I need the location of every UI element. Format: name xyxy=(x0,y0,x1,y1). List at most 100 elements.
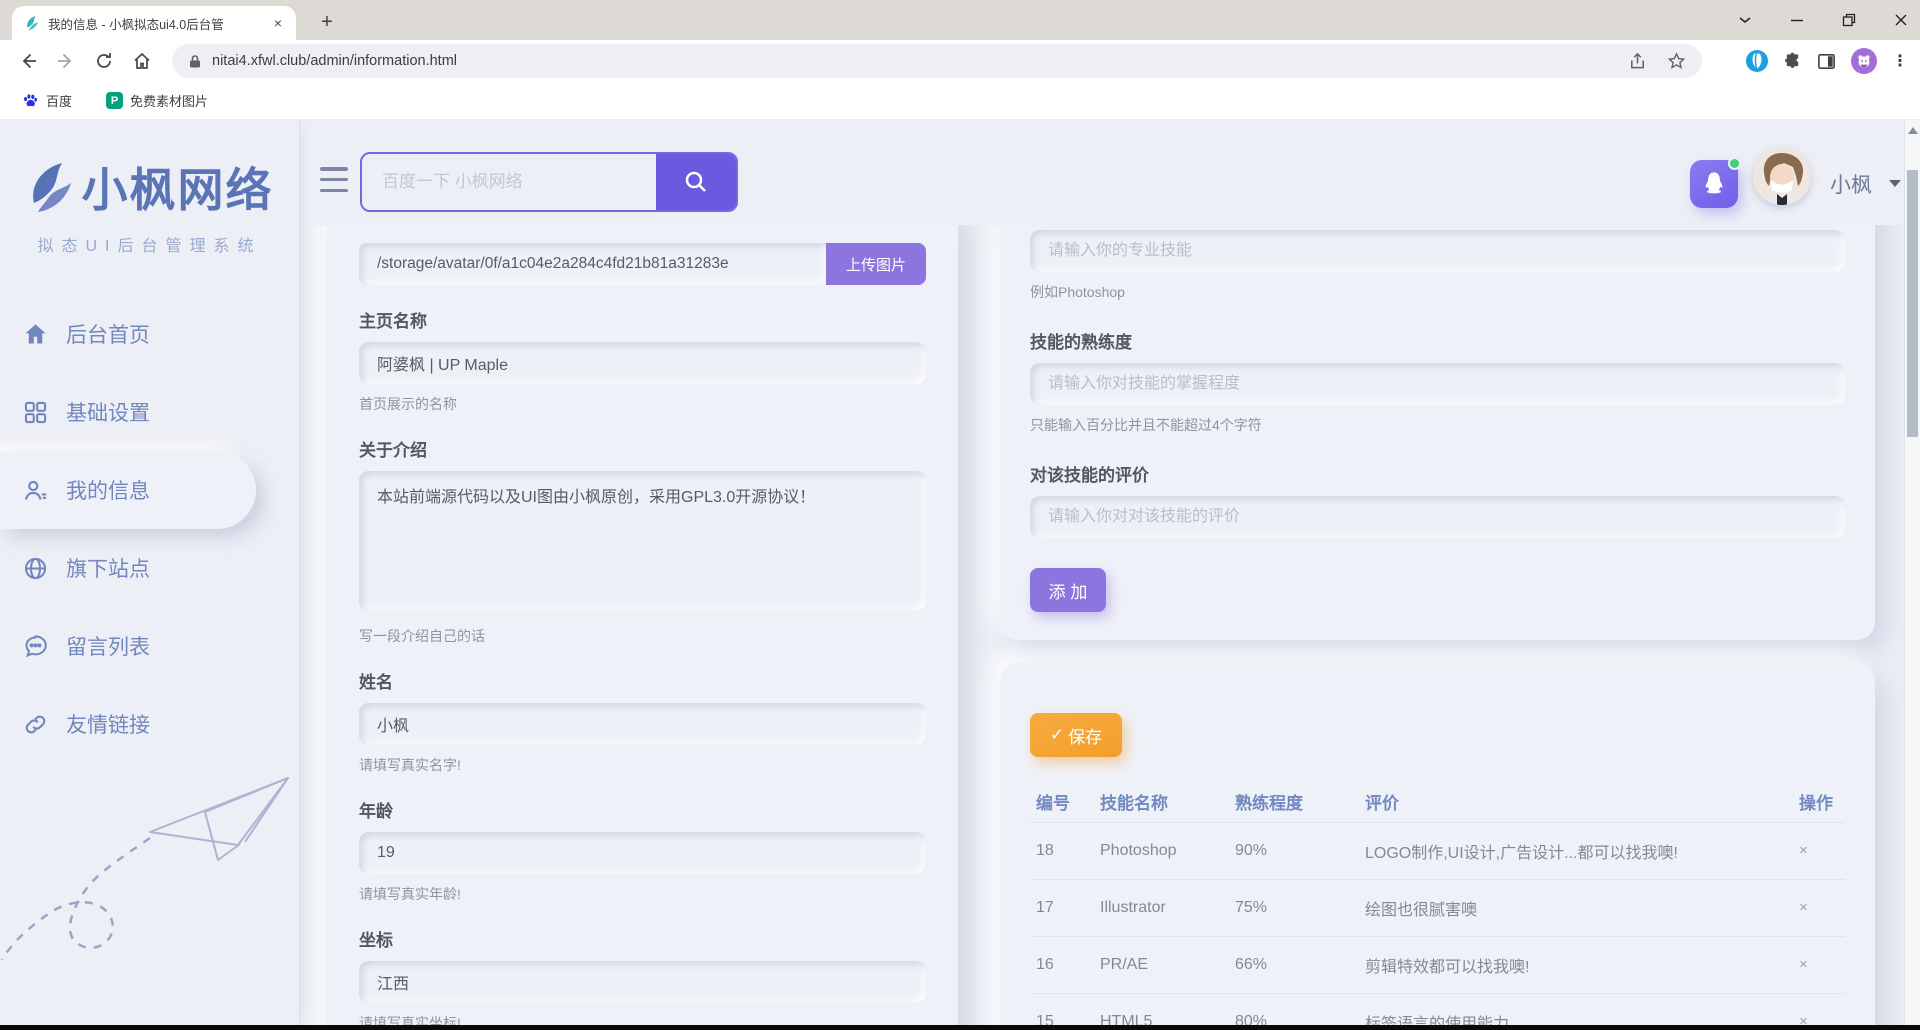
tab-favicon-leaf-icon xyxy=(24,15,40,31)
globe-icon xyxy=(22,555,49,582)
bookmark-免费素材图片[interactable]: P免费素材图片 xyxy=(106,91,208,110)
sidebar-item-label: 后台首页 xyxy=(66,319,150,349)
skill-name-helper: 例如Photoshop xyxy=(1030,282,1845,302)
cell-id: 17 xyxy=(1030,899,1100,917)
cell-evaluation: 绘图也很腻害噢 xyxy=(1365,896,1785,920)
hamburger-menu-icon[interactable] xyxy=(320,167,348,192)
field-helper: 写一段介绍自己的话 xyxy=(359,626,926,646)
sidebar-item-label: 我的信息 xyxy=(66,475,150,505)
table-row: 16PR/AE66%剪辑特效都可以找我噢!× xyxy=(1030,937,1845,994)
message-icon xyxy=(22,633,49,660)
field-input[interactable] xyxy=(359,961,926,1003)
share-icon[interactable] xyxy=(1628,52,1647,71)
skills-table-card: ✓ 保存 编号技能名称熟练程度评价操作 18Photoshop90%LOGO制作… xyxy=(1000,663,1875,1030)
side-panel-icon[interactable] xyxy=(1817,52,1836,71)
logo-title: 小枫网络 xyxy=(82,154,274,220)
field-input[interactable] xyxy=(359,342,926,384)
link-icon xyxy=(22,711,49,738)
upload-image-button[interactable]: 上传图片 xyxy=(826,243,926,285)
sidebar-item-友情链接[interactable]: 友情链接 xyxy=(0,685,299,763)
content: 上传图片 主页名称首页展示的名称关于介绍写一段介绍自己的话姓名请填写真实名字!年… xyxy=(300,225,1904,1030)
skill-name-input[interactable] xyxy=(1030,230,1845,272)
cell-evaluation: 剪辑特效都可以找我噢! xyxy=(1365,953,1785,977)
add-skill-button[interactable]: 添 加 xyxy=(1030,568,1106,612)
page-scrollbar[interactable] xyxy=(1904,120,1920,1030)
scrollbar-up-arrow-icon[interactable] xyxy=(1908,127,1918,134)
delete-row-icon[interactable]: × xyxy=(1799,899,1808,916)
baidu-paw-icon xyxy=(22,92,39,109)
back-icon[interactable] xyxy=(18,51,38,71)
search-bar xyxy=(360,152,738,212)
browser-profile-avatar[interactable] xyxy=(1851,48,1877,74)
profile-fields: 主页名称首页展示的名称关于介绍写一段介绍自己的话姓名请填写真实名字!年龄请填写真… xyxy=(359,307,926,1030)
table-header-cell: 熟练程度 xyxy=(1235,789,1365,814)
sidebar-item-旗下站点[interactable]: 旗下站点 xyxy=(0,529,299,607)
browser-tab-bar: 我的信息 - 小枫拟态ui4.0后台管 × + xyxy=(0,0,1920,40)
extension-penguin-icon[interactable] xyxy=(1746,50,1768,72)
field-label: 坐标 xyxy=(359,926,926,951)
field-label: 关于介绍 xyxy=(359,436,926,461)
sidebar-item-我的信息[interactable]: 我的信息 xyxy=(0,451,256,529)
window-chevron-icon[interactable] xyxy=(1736,11,1754,29)
delete-row-icon[interactable]: × xyxy=(1799,842,1808,859)
tab-title: 我的信息 - 小枫拟态ui4.0后台管 xyxy=(48,14,270,33)
sidebar-item-留言列表[interactable]: 留言列表 xyxy=(0,607,299,685)
bookmarks-bar: 百度 P免费素材图片 xyxy=(0,82,1920,120)
window-close-icon[interactable] xyxy=(1892,11,1910,29)
delete-row-icon[interactable]: × xyxy=(1799,956,1808,973)
logo: 小枫网络 拟态UI后台管理系统 xyxy=(0,120,299,256)
check-icon: ✓ xyxy=(1050,725,1064,745)
cell-id: 18 xyxy=(1030,842,1100,860)
grid-icon xyxy=(22,399,49,426)
user-icon xyxy=(22,477,49,504)
avatar-path-input[interactable] xyxy=(359,243,826,285)
admin-page: 小枫网络 拟态UI后台管理系统 后台首页基础设置我的信息旗下站点留言列表友情链接 xyxy=(0,120,1920,1030)
skill-form-card: 例如Photoshop 技能的熟练度 只能输入百分比并且不能超过4个字符 对该技… xyxy=(1000,225,1875,640)
evaluation-label: 对该技能的评价 xyxy=(1030,461,1845,486)
notification-qq-button[interactable] xyxy=(1690,160,1738,208)
table-row: 17Illustrator75%绘图也很腻害噢× xyxy=(1030,880,1845,937)
url-bar[interactable]: nitai4.xfwl.club/admin/information.html xyxy=(172,44,1702,78)
pexels-icon: P xyxy=(106,92,123,109)
field-input[interactable] xyxy=(359,703,926,745)
sidebar-item-后台首页[interactable]: 后台首页 xyxy=(0,295,299,373)
field-label: 主页名称 xyxy=(359,307,926,332)
home-nav-icon[interactable] xyxy=(132,51,152,71)
extensions-puzzle-icon[interactable] xyxy=(1783,52,1802,71)
home-icon xyxy=(22,321,49,348)
user-dropdown-caret-icon[interactable] xyxy=(1889,180,1901,187)
cell-skill: Illustrator xyxy=(1100,899,1235,917)
skills-table: 编号技能名称熟练程度评价操作 18Photoshop90%LOGO制作,UI设计… xyxy=(1030,781,1845,1030)
bookmark-百度[interactable]: 百度 xyxy=(22,91,72,110)
browser-menu-dots-icon[interactable]: ⋮ xyxy=(1892,51,1908,71)
scrollbar-thumb[interactable] xyxy=(1907,170,1918,437)
field-label: 姓名 xyxy=(359,668,926,693)
field-input[interactable] xyxy=(359,832,926,874)
url-text: nitai4.xfwl.club/admin/information.html xyxy=(212,53,1628,69)
proficiency-helper: 只能输入百分比并且不能超过4个字符 xyxy=(1030,415,1845,435)
window-minimize-icon[interactable] xyxy=(1788,11,1806,29)
browser-tab[interactable]: 我的信息 - 小枫拟态ui4.0后台管 × xyxy=(12,6,296,40)
screen-bottom-edge xyxy=(0,1025,1920,1030)
reload-icon[interactable] xyxy=(94,51,114,71)
table-header-cell: 评价 xyxy=(1365,789,1785,814)
sidebar-item-label: 旗下站点 xyxy=(66,553,150,583)
field-textarea[interactable] xyxy=(359,471,926,611)
sidebar-item-基础设置[interactable]: 基础设置 xyxy=(0,373,299,451)
tab-close-icon[interactable]: × xyxy=(270,15,286,31)
new-tab-button[interactable]: + xyxy=(312,8,342,36)
evaluation-input[interactable] xyxy=(1030,496,1845,538)
paper-plane-decoration xyxy=(0,770,300,1030)
save-button[interactable]: ✓ 保存 xyxy=(1030,713,1122,757)
table-header-row: 编号技能名称熟练程度评价操作 xyxy=(1030,781,1845,823)
window-restore-icon[interactable] xyxy=(1840,11,1858,29)
sidebar-item-label: 友情链接 xyxy=(66,709,150,739)
search-button[interactable] xyxy=(656,154,736,210)
search-input[interactable] xyxy=(362,154,656,210)
proficiency-input[interactable] xyxy=(1030,363,1845,405)
username[interactable]: 小枫 xyxy=(1830,169,1872,199)
bookmark-star-icon[interactable] xyxy=(1667,52,1686,71)
forward-icon[interactable] xyxy=(56,51,76,71)
user-avatar[interactable] xyxy=(1753,147,1811,205)
cell-proficiency: 66% xyxy=(1235,956,1365,974)
